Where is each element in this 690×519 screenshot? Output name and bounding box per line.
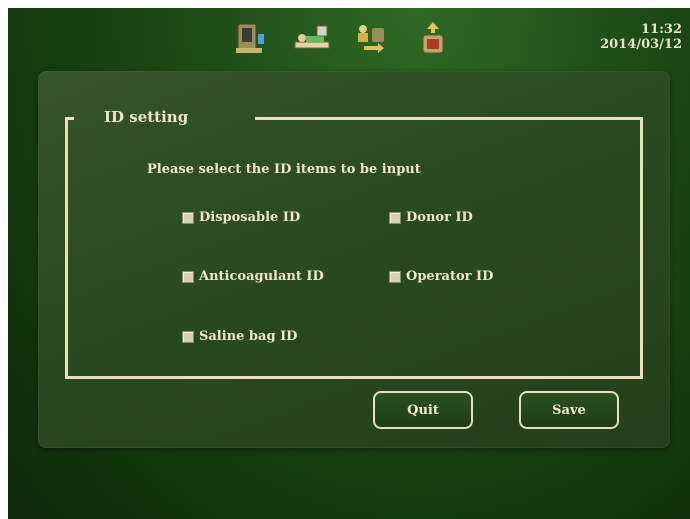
id-setting-panel: ID setting Please select the ID items to… xyxy=(38,71,670,448)
save-button[interactable]: Save xyxy=(519,391,619,429)
screen: 11:32 2014/03/12 ID setting Please selec… xyxy=(8,8,690,519)
bag-upload-icon[interactable] xyxy=(415,20,451,56)
saline-bag-id-checkbox[interactable]: Saline bag ID xyxy=(182,329,297,344)
checkbox-square[interactable] xyxy=(182,330,194,343)
checkbox-label: Donor ID xyxy=(406,210,473,225)
quit-button[interactable]: Quit xyxy=(373,391,473,429)
clock: 11:32 2014/03/12 xyxy=(600,22,682,52)
date-text: 2014/03/12 xyxy=(600,37,682,52)
patient-bed-icon[interactable] xyxy=(293,20,330,56)
checkbox-label: Operator ID xyxy=(406,269,494,284)
prompt-text: Please select the ID items to be input xyxy=(147,162,421,177)
group-frame xyxy=(65,117,643,379)
tubing-set-icon[interactable] xyxy=(232,20,268,56)
checkbox-label: Anticoagulant ID xyxy=(199,269,324,284)
checkbox-square[interactable] xyxy=(182,211,194,224)
checkbox-square[interactable] xyxy=(182,270,194,283)
panel-title: ID setting xyxy=(104,108,189,126)
frame-top-right xyxy=(255,117,640,120)
operator-id-checkbox[interactable]: Operator ID xyxy=(389,269,493,284)
checkbox-label: Saline bag ID xyxy=(199,329,298,344)
disposable-id-checkbox[interactable]: Disposable ID xyxy=(182,210,300,225)
frame-top-left xyxy=(65,117,74,120)
donor-id-checkbox[interactable]: Donor ID xyxy=(389,210,473,225)
checkbox-label: Disposable ID xyxy=(199,210,301,225)
anticoagulant-id-checkbox[interactable]: Anticoagulant ID xyxy=(182,269,324,284)
checkbox-square[interactable] xyxy=(389,211,401,224)
time-text: 11:32 xyxy=(641,22,682,37)
checkbox-square[interactable] xyxy=(389,270,401,283)
donor-transfer-icon[interactable] xyxy=(354,20,390,56)
top-bar: 11:32 2014/03/12 xyxy=(8,8,690,68)
